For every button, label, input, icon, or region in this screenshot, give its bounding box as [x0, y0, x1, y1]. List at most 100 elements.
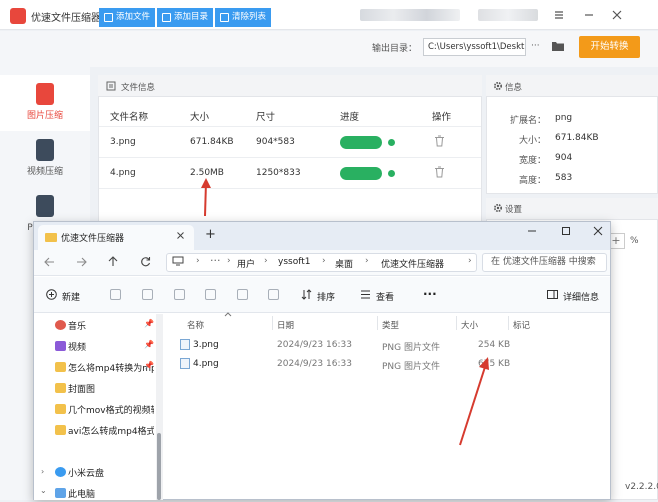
- add-file-button[interactable]: 添加文件: [99, 8, 155, 27]
- breadcrumb-separator: ›: [196, 256, 200, 266]
- search-input[interactable]: 在 优速文件压缩器 中搜索: [482, 253, 607, 272]
- col-header-dims: 尺寸: [256, 112, 276, 123]
- minimize-icon[interactable]: [582, 8, 596, 22]
- cut-icon[interactable]: [110, 289, 121, 300]
- nav-item-folder[interactable]: 怎么将mp4转换为mp3 📌: [44, 358, 156, 376]
- image-compress-icon: [36, 83, 54, 105]
- clear-label: 清除列表: [232, 12, 267, 22]
- more-button[interactable]: ···: [423, 287, 437, 301]
- nav-label: avi怎么转成mp4格式?: [68, 427, 154, 437]
- view-button[interactable]: 查看: [376, 290, 394, 303]
- delete-icon[interactable]: [434, 166, 445, 178]
- column-divider[interactable]: [456, 316, 457, 330]
- music-icon: [55, 320, 66, 330]
- column-divider[interactable]: [272, 316, 273, 330]
- info-value: 583: [555, 173, 573, 183]
- paste-icon[interactable]: [174, 289, 185, 300]
- file-name: 4.png: [110, 168, 136, 178]
- col-type[interactable]: 类型: [382, 319, 399, 331]
- breadcrumb-item[interactable]: yssoft1: [278, 257, 310, 267]
- sort-indicator-icon: [224, 312, 232, 317]
- refresh-icon[interactable]: [140, 256, 151, 267]
- nav-item-folder[interactable]: 几个mov格式的视频转换: [44, 400, 156, 418]
- monitor-icon: [172, 256, 184, 266]
- sidebar-label: 视频压缩: [26, 167, 63, 177]
- pin-icon: 📌: [144, 361, 154, 370]
- nav-item-mi-cloud[interactable]: 小米云盘: [44, 463, 156, 481]
- add-file-label: 添加文件: [116, 12, 151, 22]
- nav-scrollbar-thumb[interactable]: [157, 433, 161, 500]
- open-folder-icon[interactable]: [551, 40, 565, 52]
- nav-item-music[interactable]: 音乐 📌: [44, 316, 156, 334]
- forward-arrow-icon[interactable]: [76, 257, 87, 267]
- share-icon[interactable]: [237, 289, 248, 300]
- version-label: v2.2.2.0: [625, 482, 658, 492]
- sidebar-item-video-compress[interactable]: 视频压缩: [0, 131, 90, 187]
- sidebar-item-image-compress[interactable]: 图片压缩: [0, 75, 90, 131]
- png-file-icon: [180, 358, 190, 369]
- back-arrow-icon[interactable]: [44, 257, 55, 267]
- col-header-action: 操作: [432, 112, 452, 123]
- breadcrumb-separator: ›: [264, 256, 268, 266]
- sort-button[interactable]: 排序: [317, 290, 335, 303]
- file-name[interactable]: 3.png: [193, 340, 219, 350]
- details-button[interactable]: 详细信息: [563, 290, 599, 303]
- breadcrumb-item[interactable]: 用户: [237, 257, 255, 270]
- column-divider[interactable]: [508, 316, 509, 330]
- file-size: 2.50MB: [190, 168, 224, 178]
- nav-label: 几个mov格式的视频转换: [68, 406, 154, 416]
- col-name[interactable]: 名称: [187, 319, 204, 331]
- maximize-icon[interactable]: [561, 226, 571, 236]
- output-path-field[interactable]: C:\Users\yssoft1\Deskt: [423, 38, 526, 56]
- menu-icon[interactable]: [552, 8, 566, 22]
- file-name: 3.png: [110, 137, 136, 147]
- breadcrumb-overflow[interactable]: ···: [210, 254, 221, 267]
- nav-label: 怎么将mp4转换为mp3: [68, 364, 154, 374]
- folder-icon: [55, 404, 66, 414]
- delete-icon[interactable]: [434, 135, 445, 147]
- col-size[interactable]: 大小: [461, 319, 478, 331]
- trash-icon[interactable]: [268, 289, 279, 300]
- folder-icon: [45, 233, 57, 242]
- file-dims: 904*583: [256, 137, 295, 147]
- nav-item-videos[interactable]: 视频 📌: [44, 337, 156, 355]
- column-divider[interactable]: [377, 316, 378, 330]
- start-convert-button[interactable]: 开始转换: [579, 36, 640, 58]
- breadcrumb-item[interactable]: 优速文件压缩器: [381, 257, 444, 270]
- info-key: 高度：: [518, 176, 546, 186]
- nav-item-this-pc[interactable]: 此电脑: [44, 484, 156, 502]
- browse-more-button[interactable]: ···: [531, 41, 540, 51]
- file-type: PNG 图片文件: [382, 343, 440, 353]
- new-tab-button[interactable]: +: [205, 227, 216, 242]
- output-dir-label: 输出目录：: [372, 44, 418, 54]
- close-icon[interactable]: [593, 226, 603, 236]
- col-header-size: 大小: [190, 112, 210, 123]
- col-tag[interactable]: 标记: [513, 319, 530, 331]
- folder-icon: [55, 362, 66, 372]
- new-button[interactable]: 新建: [62, 290, 80, 303]
- rename-icon[interactable]: [205, 289, 216, 300]
- done-check-icon: [388, 139, 395, 146]
- breadcrumb-item[interactable]: 桌面: [335, 257, 353, 270]
- clear-list-button[interactable]: 清除列表: [215, 8, 271, 27]
- col-header-progress: 进度: [340, 112, 360, 123]
- up-arrow-icon[interactable]: [108, 256, 118, 267]
- png-file-icon: [180, 339, 190, 350]
- done-check-icon: [388, 170, 395, 177]
- col-date[interactable]: 日期: [277, 319, 294, 331]
- info-key: 大小：: [518, 136, 546, 146]
- nav-item-folder[interactable]: avi怎么转成mp4格式?: [44, 421, 156, 439]
- nav-label: 小米云盘: [68, 469, 105, 479]
- nav-item-folder[interactable]: 封面图: [44, 379, 156, 397]
- copy-icon[interactable]: [142, 289, 153, 300]
- nav-label: 封面图: [68, 385, 96, 395]
- tab-close-icon[interactable]: [176, 231, 185, 240]
- minimize-icon[interactable]: [527, 226, 537, 236]
- add-dir-button[interactable]: 添加目录: [157, 8, 213, 27]
- file-name[interactable]: 4.png: [193, 359, 219, 369]
- file-info-icon: [106, 81, 116, 91]
- folder-icon: [55, 383, 66, 393]
- breadcrumb-separator: ›: [227, 256, 231, 266]
- file-list-panel: [98, 75, 482, 225]
- close-icon[interactable]: [610, 8, 624, 22]
